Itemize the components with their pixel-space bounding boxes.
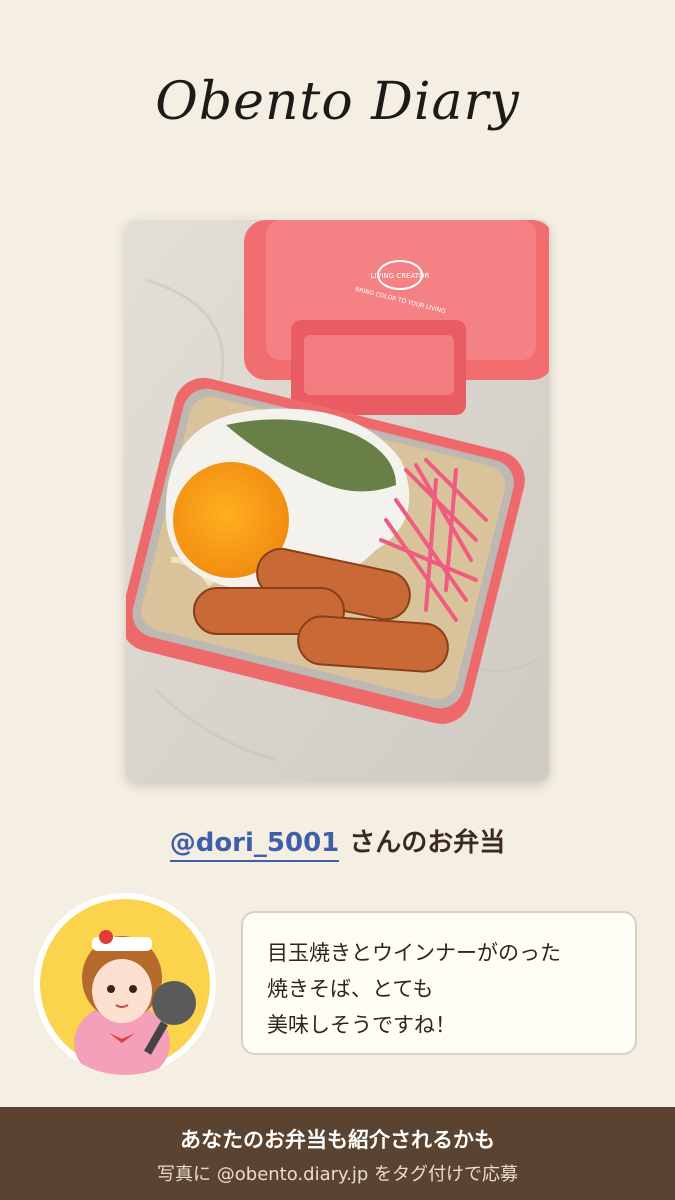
post-credit: @dori_5001 さんのお弁当 [0, 822, 675, 862]
lid-brand-text: LIVING CREATOR [371, 272, 430, 280]
comment-line: 目玉焼きとウインナーがのった [267, 941, 561, 965]
app-title: Obento Diary [155, 72, 520, 132]
comment-line: 焼きそば、とても [267, 977, 434, 1001]
mascot-avatar [34, 893, 216, 1075]
footer-banner: あなたのお弁当も紹介されるかも 写真に @obento.diary.jp をタグ… [0, 1107, 675, 1200]
footer-headline: あなたのお弁当も紹介されるかも [180, 1128, 495, 1152]
comment-bubble: 目玉焼きとウインナーがのった 焼きそば、とても 美味しそうですね！ [241, 911, 637, 1055]
credit-suffix: さんのお弁当 [349, 828, 506, 858]
footer-subtext: 写真に @obento.diary.jp をタグ付けで応募 [157, 1164, 518, 1185]
user-handle-link[interactable]: @dori_5001 [169, 828, 340, 862]
comment-line: 美味しそうですね！ [267, 1013, 456, 1037]
bento-photo: LIVING CREATOR BRING COLOR TO YOUR LIVIN… [126, 220, 549, 781]
